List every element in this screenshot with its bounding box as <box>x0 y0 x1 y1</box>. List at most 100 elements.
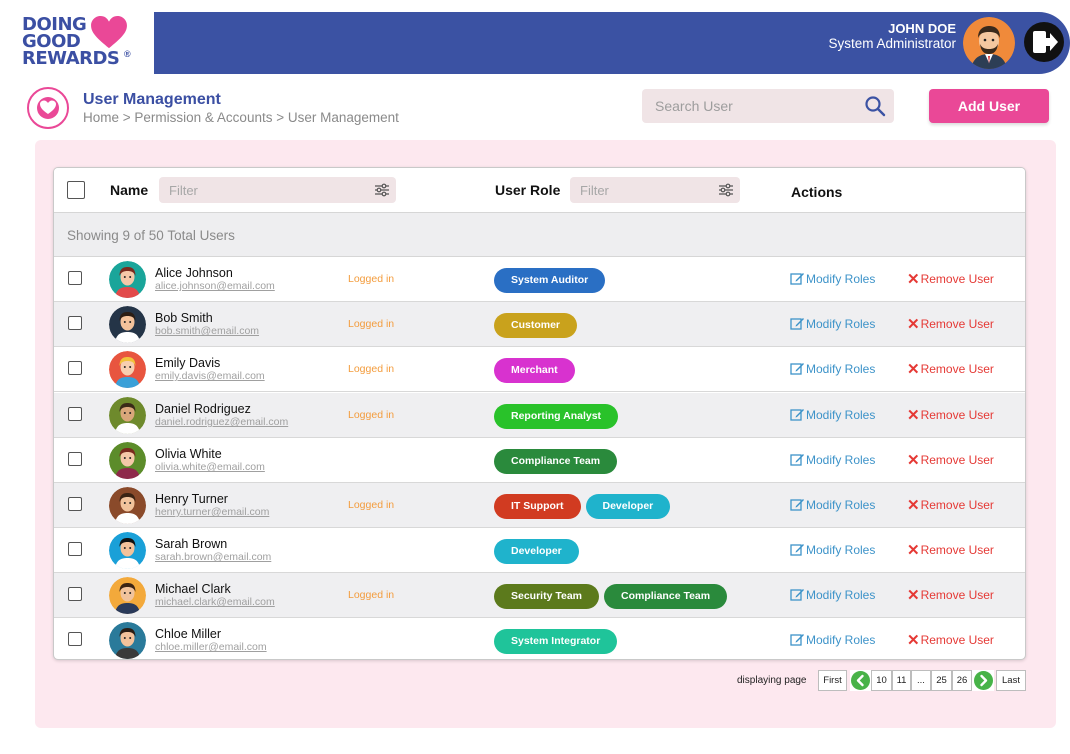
user-avatar-icon[interactable] <box>963 17 1015 69</box>
table-row: Alice Johnson alice.johnson@email.com Lo… <box>54 257 1025 302</box>
user-name: Sarah Brown <box>155 537 228 551</box>
role-pill[interactable]: Developer <box>494 539 579 564</box>
user-email[interactable]: emily.davis@email.com <box>155 370 265 382</box>
modify-roles-button[interactable]: Modify Roles <box>790 497 875 512</box>
user-name: JOHN DOE <box>888 21 956 36</box>
close-icon: ✕ <box>907 361 920 378</box>
role-pill[interactable]: Security Team <box>494 584 600 609</box>
user-name: Alice Johnson <box>155 266 233 280</box>
edit-icon <box>790 409 804 421</box>
remove-user-button[interactable]: ✕ Remove User <box>907 498 994 513</box>
role-pill[interactable]: Merchant <box>494 358 575 383</box>
remove-user-button[interactable]: ✕ Remove User <box>907 633 994 648</box>
role-pills: Security Team Compliance Team <box>494 584 728 609</box>
role-pill[interactable]: Developer <box>585 494 671 519</box>
modify-roles-label: Modify Roles <box>806 272 876 286</box>
name-filter <box>159 177 396 203</box>
role-pills: Developer <box>494 539 579 564</box>
user-email[interactable]: henry.turner@email.com <box>155 506 269 518</box>
role-pill[interactable]: System Integrator <box>494 629 618 654</box>
modify-roles-button[interactable]: Modify Roles <box>790 632 875 647</box>
role-pill[interactable]: Reporting Analyst <box>494 404 619 429</box>
brand-logo[interactable]: DOING GOOD REWARDS ® <box>22 16 140 72</box>
row-checkbox[interactable] <box>68 316 82 330</box>
row-checkbox[interactable] <box>68 271 82 285</box>
remove-user-label: Remove User <box>920 272 994 286</box>
page-25-button[interactable]: 25 <box>931 670 952 691</box>
modify-roles-button[interactable]: Modify Roles <box>790 316 875 331</box>
modify-roles-button[interactable]: Modify Roles <box>790 361 875 376</box>
row-checkbox[interactable] <box>68 542 82 556</box>
modify-roles-label: Modify Roles <box>806 498 876 512</box>
remove-user-button[interactable]: ✕ Remove User <box>907 588 994 603</box>
page-26-button[interactable]: 26 <box>952 670 972 691</box>
chevron-right-icon[interactable] <box>972 670 994 691</box>
user-email[interactable]: michael.clark@email.com <box>155 596 275 608</box>
modify-roles-button[interactable]: Modify Roles <box>790 271 875 286</box>
last-page-button[interactable]: Last <box>996 670 1026 691</box>
user-email[interactable]: alice.johnson@email.com <box>155 280 275 292</box>
remove-user-button[interactable]: ✕ Remove User <box>907 317 994 332</box>
results-summary: Showing 9 of 50 Total Users <box>54 213 1025 257</box>
role-pill[interactable]: Compliance Team <box>494 449 618 474</box>
first-page-button[interactable]: First <box>818 670 847 691</box>
user-email[interactable]: daniel.rodriguez@email.com <box>155 416 288 428</box>
role-filter-input[interactable] <box>570 177 740 203</box>
breadcrumb[interactable]: Home > Permission & Accounts > User Mana… <box>83 110 399 125</box>
row-checkbox[interactable] <box>68 587 82 601</box>
close-icon: ✕ <box>907 407 920 424</box>
logout-icon[interactable] <box>1024 22 1064 62</box>
row-checkbox[interactable] <box>68 361 82 375</box>
remove-user-button[interactable]: ✕ Remove User <box>907 361 994 378</box>
table-row: Sarah Brown sarah.brown@email.com Develo… <box>54 528 1025 573</box>
user-name: Chloe Miller <box>155 627 221 641</box>
table-row: Emily Davis emily.davis@email.com Logged… <box>54 347 1025 392</box>
table-row: Chloe Miller chloe.miller@email.com Syst… <box>54 618 1025 659</box>
user-avatar-icon <box>109 622 146 659</box>
registered-mark: ® <box>124 49 131 59</box>
user-email[interactable]: sarah.brown@email.com <box>155 551 271 563</box>
filter-settings-icon[interactable] <box>374 182 390 198</box>
role-filter <box>570 177 740 203</box>
page-10-button[interactable]: 10 <box>871 670 892 691</box>
name-filter-input[interactable] <box>159 177 396 203</box>
search-input[interactable] <box>642 89 852 123</box>
user-email[interactable]: bob.smith@email.com <box>155 325 259 337</box>
login-status: Logged in <box>348 589 395 601</box>
chevron-left-icon[interactable] <box>850 670 871 691</box>
login-status: Logged in <box>348 409 395 421</box>
user-role-column-header[interactable]: User Role <box>495 182 560 198</box>
table-header: Name User Role Actions <box>54 168 1025 213</box>
row-checkbox[interactable] <box>68 407 82 421</box>
search-icon[interactable] <box>864 95 886 117</box>
role-pill[interactable]: System Auditor <box>494 268 606 293</box>
user-avatar-icon <box>109 532 146 569</box>
row-checkbox[interactable] <box>68 452 82 466</box>
remove-user-button[interactable]: ✕ Remove User <box>907 407 994 424</box>
select-all-checkbox[interactable] <box>67 181 85 199</box>
close-icon: ✕ <box>907 452 920 469</box>
user-email[interactable]: olivia.white@email.com <box>155 461 265 473</box>
remove-user-button[interactable]: ✕ Remove User <box>907 272 994 287</box>
user-avatar-icon <box>109 442 146 479</box>
remove-user-label: Remove User <box>920 588 994 602</box>
role-pill[interactable]: IT Support <box>494 494 581 519</box>
modify-roles-button[interactable]: Modify Roles <box>790 407 875 422</box>
role-pill[interactable]: Compliance Team <box>604 584 728 609</box>
remove-user-button[interactable]: ✕ Remove User <box>907 543 994 558</box>
user-avatar-icon <box>109 577 146 614</box>
remove-user-button[interactable]: ✕ Remove User <box>907 452 994 469</box>
modify-roles-button[interactable]: Modify Roles <box>790 452 875 467</box>
row-checkbox[interactable] <box>68 632 82 646</box>
add-user-button[interactable]: Add User <box>929 89 1049 123</box>
filter-settings-icon[interactable] <box>718 182 734 198</box>
page-11-button[interactable]: 11 <box>892 670 911 691</box>
role-pills: Compliance Team <box>494 449 618 474</box>
user-email[interactable]: chloe.miller@email.com <box>155 641 267 653</box>
name-column-header[interactable]: Name <box>110 182 148 198</box>
row-checkbox[interactable] <box>68 497 82 511</box>
modify-roles-button[interactable]: Modify Roles <box>790 587 875 602</box>
role-pill[interactable]: Customer <box>494 313 578 338</box>
modify-roles-button[interactable]: Modify Roles <box>790 542 875 557</box>
role-pills: System Integrator <box>494 629 618 654</box>
